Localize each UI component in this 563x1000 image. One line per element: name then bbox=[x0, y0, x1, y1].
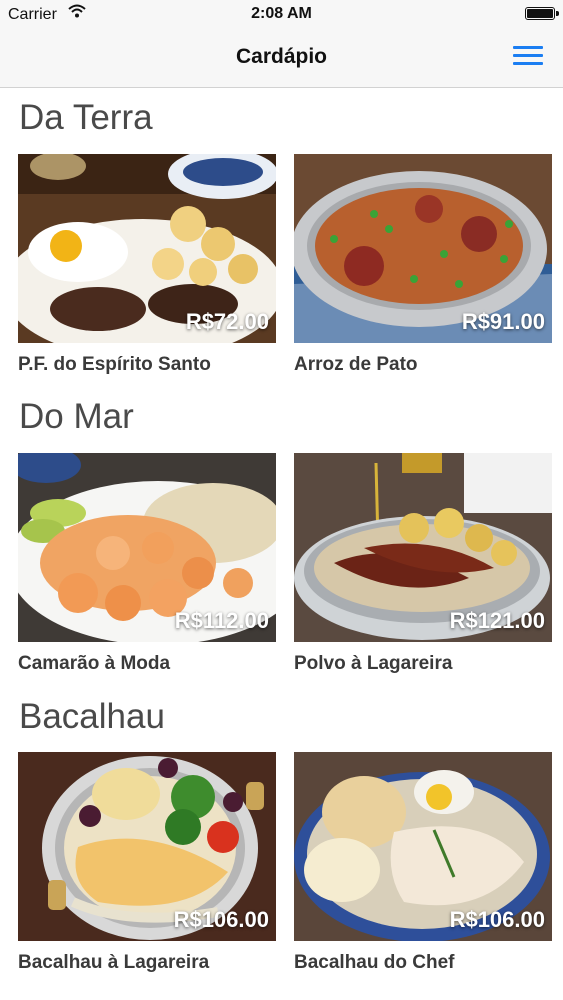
dish-name: Polvo à Lagareira bbox=[294, 653, 453, 674]
menu-item-card[interactable]: R$72.00 P.F. do Espírito Santo bbox=[18, 154, 276, 375]
menu-item-card[interactable]: R$91.00 Arroz de Pato bbox=[294, 154, 552, 375]
dish-price: R$106.00 bbox=[173, 907, 269, 932]
section-title-do-mar: Do Mar bbox=[19, 397, 134, 436]
dish-name: Camarão à Moda bbox=[18, 653, 171, 674]
menu-item-card[interactable]: R$121.00 Polvo à Lagareira bbox=[294, 453, 552, 674]
dish-photo: R$121.00 bbox=[294, 453, 552, 642]
menu-item-card[interactable]: R$112.00 Camarão à Moda bbox=[18, 453, 276, 674]
page-title: Cardápio bbox=[235, 45, 327, 68]
battery-icon bbox=[525, 7, 559, 20]
dish-price: R$91.00 bbox=[461, 309, 545, 334]
dish-name: Arroz de Pato bbox=[294, 354, 418, 375]
dish-price: R$72.00 bbox=[185, 309, 269, 334]
menu-item-card[interactable]: R$106.00 Bacalhau do Chef bbox=[294, 752, 552, 973]
section-title-da-terra: Da Terra bbox=[19, 98, 153, 137]
dish-photo: R$91.00 bbox=[294, 154, 552, 343]
hamburger-menu-icon[interactable] bbox=[511, 45, 545, 71]
dish-name: Bacalhau à Lagareira bbox=[18, 952, 210, 973]
dish-photo: R$112.00 bbox=[18, 453, 276, 642]
dish-photo: R$106.00 bbox=[18, 752, 276, 941]
dish-name: Bacalhau do Chef bbox=[294, 952, 455, 973]
dish-price: R$106.00 bbox=[449, 907, 545, 932]
dish-photo: R$72.00 bbox=[18, 154, 276, 343]
status-bar: Carrier 2:08 AM bbox=[0, 0, 563, 30]
dish-price: R$112.00 bbox=[174, 608, 269, 633]
menu-item-card[interactable]: R$106.00 Bacalhau à Lagareira bbox=[18, 752, 276, 973]
dish-price: R$121.00 bbox=[449, 608, 545, 633]
navigation-bar: Cardápio bbox=[0, 30, 563, 88]
dish-photo: R$106.00 bbox=[294, 752, 552, 941]
section-title-bacalhau: Bacalhau bbox=[19, 697, 165, 736]
dish-name: P.F. do Espírito Santo bbox=[18, 354, 211, 375]
status-time: 2:08 AM bbox=[251, 5, 312, 22]
